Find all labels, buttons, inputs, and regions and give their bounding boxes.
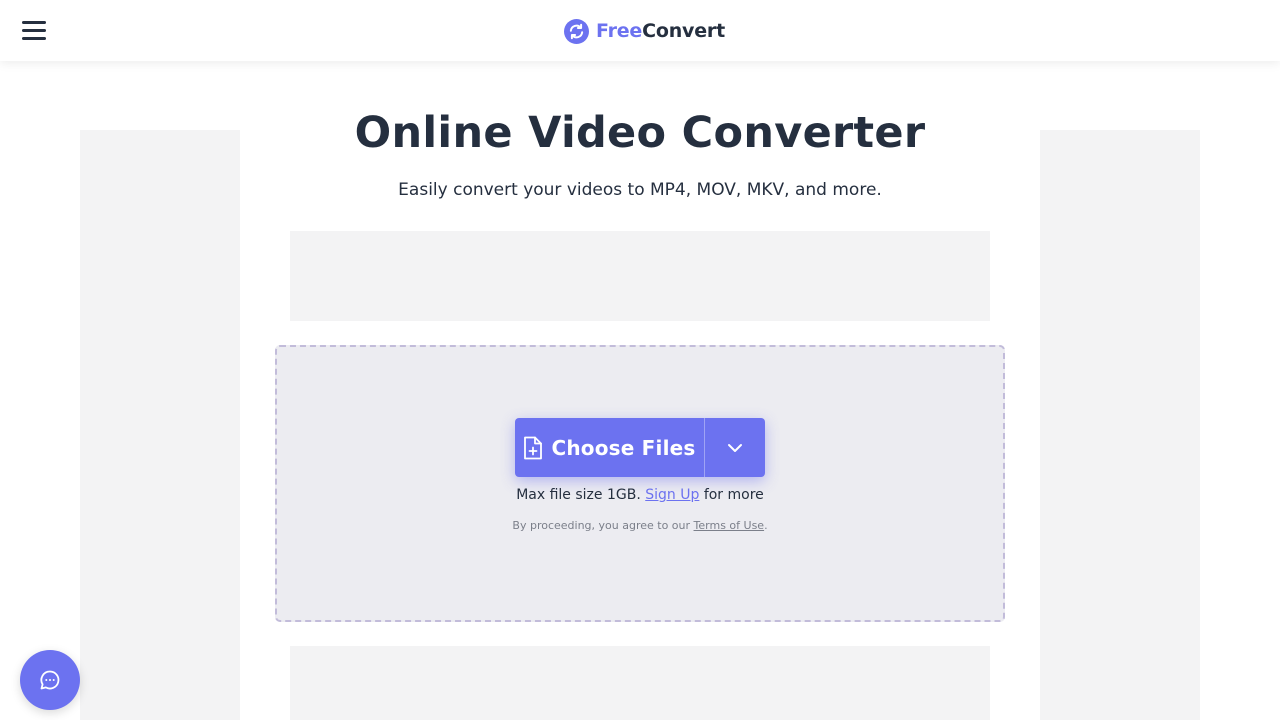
chat-bubble-icon (40, 670, 60, 690)
refresh-circle-icon (564, 18, 589, 44)
left-ad-placeholder (80, 130, 240, 720)
hamburger-menu-icon[interactable] (20, 18, 48, 42)
terms-note: By proceeding, you agree to our Terms of… (290, 519, 990, 532)
freeconvert-logo[interactable]: FreeConvert (564, 17, 725, 45)
chat-support-button[interactable] (20, 650, 80, 710)
max-size-suffix: for more (703, 487, 764, 503)
max-file-size-note: Max file size 1GB. Sign Up for more (290, 487, 990, 503)
sign-up-link[interactable]: Sign Up (645, 487, 699, 503)
page-subtitle: Easily convert your videos to MP4, MOV, … (398, 180, 882, 200)
bottom-ad-placeholder (290, 646, 990, 720)
logo-text-convert: Convert (642, 20, 725, 42)
top-ad-placeholder (290, 231, 990, 321)
upload-source-dropdown-button[interactable] (705, 418, 765, 477)
max-size-text: Max file size 1GB. (516, 487, 641, 503)
choose-files-button[interactable]: Choose Files (515, 418, 705, 477)
terms-prefix: By proceeding, you agree to our (512, 519, 691, 532)
site-header: FreeConvert (0, 0, 1280, 61)
choose-files-label: Choose Files (551, 435, 696, 460)
file-dropzone[interactable] (275, 345, 1005, 622)
choose-files-button-group: Choose Files (515, 418, 765, 477)
terms-suffix: . (764, 519, 768, 532)
terms-of-use-link[interactable]: Terms of Use (694, 519, 765, 532)
file-plus-icon (524, 436, 543, 459)
right-ad-placeholder (1040, 130, 1200, 720)
chevron-down-icon (728, 443, 742, 452)
logo-text-free: Free (596, 20, 643, 42)
page-title: Online Video Converter (354, 108, 926, 158)
